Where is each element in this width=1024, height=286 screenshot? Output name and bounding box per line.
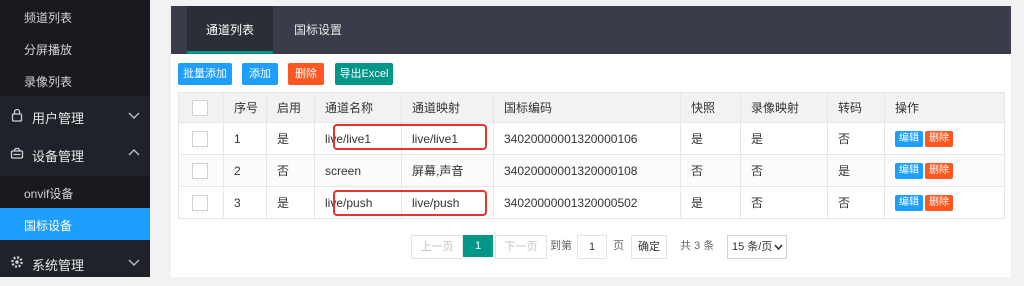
cell-no: 3 [223,186,267,219]
cell-snapshot: 是 [680,122,741,155]
row-delete-button[interactable]: 删除 [925,163,953,179]
row-checkbox[interactable] [192,194,208,211]
sidebar-item-split-screen[interactable]: 分屏播放 [0,32,150,64]
batch-add-button[interactable]: 批量添加 [178,63,232,85]
highlight-box-row1 [333,124,487,150]
column-header: 录像映射 [740,92,828,123]
cell-channel-mapping: 屏幕,声音 [401,154,494,187]
cell-no: 2 [223,154,267,187]
device-icon [10,147,24,159]
column-header: 操作 [884,92,1005,123]
sidebar-group-system-management[interactable]: 系统管理 [0,240,150,286]
cell-snapshot: 是 [680,186,741,219]
row-select-cell[interactable] [178,122,224,155]
tab-channel-list[interactable]: 通道列表 [187,6,273,54]
current-page-button[interactable]: 1 [463,235,493,257]
export-excel-button[interactable]: 导出Excel [335,63,393,85]
table-row: 1 是 live/live1 live/live1 34020000001320… [178,122,1005,155]
cell-actions: 编辑 删除 [884,122,1005,155]
cell-actions: 编辑 删除 [884,154,1005,187]
sidebar-item-label: 录像列表 [24,75,73,89]
cell-record-mapping: 否 [740,154,828,187]
sidebar-group-label: 设备管理 [32,149,85,164]
prev-page-button[interactable]: 上一页 [411,235,463,259]
sidebar-group-device-management[interactable]: 设备管理 [0,131,150,177]
cell-enabled: 是 [266,122,315,155]
cell-channel-name: screen [314,154,402,187]
select-all-cell[interactable] [178,92,224,123]
sidebar-item-label: onvif设备 [24,187,74,201]
table-row: 3 是 live/push live/push 3402000000132000… [178,186,1005,219]
add-button[interactable]: 添加 [242,63,278,85]
delete-button[interactable]: 删除 [288,63,324,85]
select-all-checkbox[interactable] [192,99,208,116]
column-header: 国标编码 [493,92,681,123]
cell-gb-code: 34020000001320000108 [493,154,681,187]
content-gutter [150,0,160,277]
column-header: 转码 [827,92,885,123]
column-header: 快照 [680,92,741,123]
column-header: 通道映射 [401,92,494,123]
cell-enabled: 否 [266,154,315,187]
main-card: 通道列表 国标设置 批量添加 添加 删除 导出Excel 序号 启用 通道名称 … [171,6,1011,277]
column-header: 序号 [223,92,267,123]
lock-icon [11,108,23,122]
sidebar: 频道列表 分屏播放 录像列表 用户管理 设备管理 onvif设备 国标设备 系统… [0,0,150,277]
chevron-up-icon [128,149,140,156]
cell-record-mapping: 否 [740,186,828,219]
chevron-down-icon [128,112,140,119]
cell-snapshot: 否 [680,154,741,187]
page-number-input[interactable]: 1 [577,235,607,259]
goto-label: 到第 [550,240,572,252]
sidebar-item-label: 国标设备 [24,219,73,233]
sidebar-group-label: 用户管理 [32,111,85,126]
sidebar-item-label: 分屏播放 [24,43,73,57]
row-delete-button[interactable]: 删除 [925,131,953,147]
edit-button[interactable]: 编辑 [895,163,923,179]
total-count: 共 3 条 [680,240,715,252]
row-select-cell[interactable] [178,154,224,187]
sidebar-group-label: 系统管理 [32,258,85,273]
row-checkbox[interactable] [192,162,208,179]
edit-button[interactable]: 编辑 [895,131,923,147]
tab-bar: 通道列表 国标设置 [171,6,1011,54]
row-checkbox[interactable] [192,130,208,147]
cell-enabled: 是 [266,186,315,219]
column-header: 启用 [266,92,315,123]
page-size-select[interactable]: 15 条/页 [727,235,787,259]
page-size-value: 15 条/页 [732,241,773,253]
chevron-down-icon [774,244,783,251]
cell-no: 1 [223,122,267,155]
sidebar-item-label: 频道列表 [24,11,73,25]
confirm-button[interactable]: 确定 [631,235,667,259]
page-unit-label: 页 [613,240,624,252]
highlight-box-row3 [333,190,487,216]
row-delete-button[interactable]: 删除 [925,195,953,211]
cell-gb-code: 34020000001320000502 [493,186,681,219]
cell-transcode: 否 [827,122,885,155]
chevron-down-icon [128,259,140,266]
sidebar-item-recording-list[interactable]: 录像列表 [0,64,150,96]
column-header: 通道名称 [314,92,402,123]
cell-transcode: 否 [827,186,885,219]
cell-record-mapping: 是 [740,122,828,155]
next-page-button[interactable]: 下一页 [495,235,547,259]
sidebar-item-channel-list[interactable]: 频道列表 [0,0,150,32]
cell-gb-code: 34020000001320000106 [493,122,681,155]
tab-gb-settings[interactable]: 国标设置 [273,6,363,54]
row-select-cell[interactable] [178,186,224,219]
sidebar-item-onvif-devices[interactable]: onvif设备 [0,176,150,208]
sidebar-item-gb-devices[interactable]: 国标设备 [0,208,150,240]
cell-actions: 编辑 删除 [884,186,1005,219]
edit-button[interactable]: 编辑 [895,195,923,211]
table-row: 2 否 screen 屏幕,声音 34020000001320000108 否 … [178,154,1005,187]
cell-transcode: 是 [827,154,885,187]
gear-icon [11,256,23,268]
channel-table: 序号 启用 通道名称 通道映射 国标编码 快照 录像映射 转码 操作 1 是 l… [178,92,1005,219]
table-header-row: 序号 启用 通道名称 通道映射 国标编码 快照 录像映射 转码 操作 [178,92,1005,123]
